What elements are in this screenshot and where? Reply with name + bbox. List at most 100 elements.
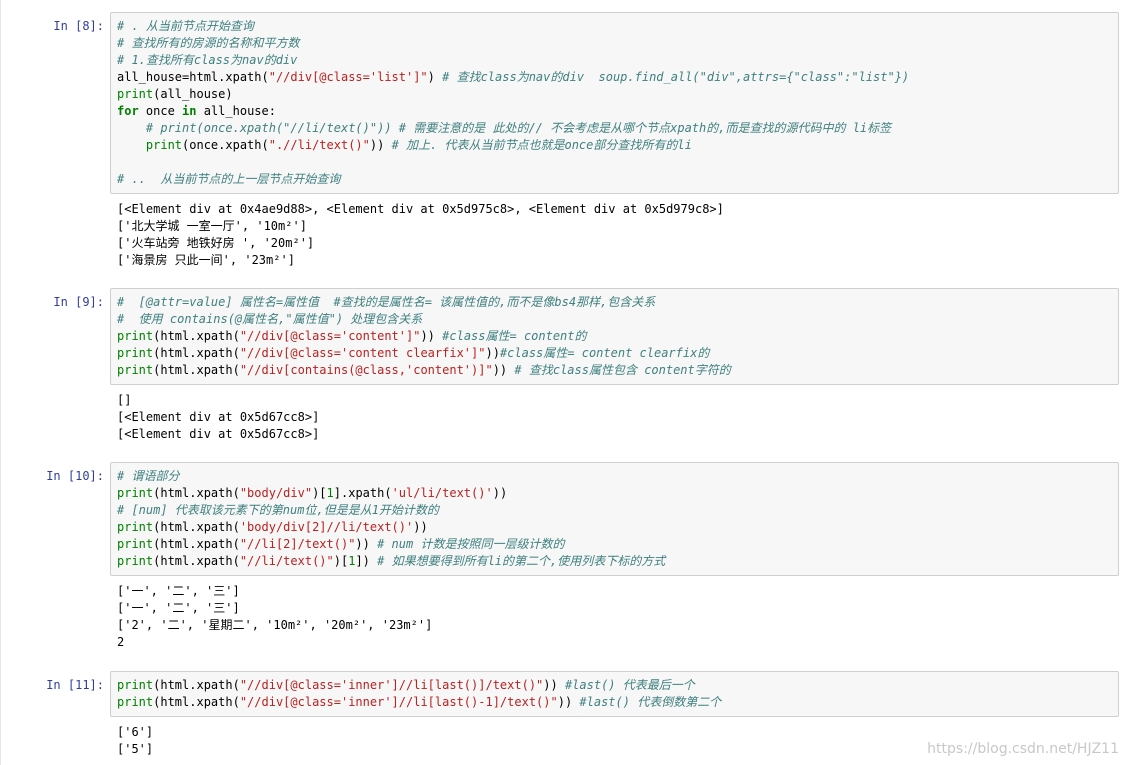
code-line: print(html.xpath("body/div")[1].xpath('u… [117, 485, 1112, 502]
code-token: (html.xpath( [153, 486, 240, 500]
code-line: # [num] 代表取该元素下的第num位,但是是从1开始计数的 [117, 502, 1112, 519]
code-line: print(html.xpath("//li[2]/text()")) # nu… [117, 536, 1112, 553]
code-line: print(html.xpath("//div[@class='inner']/… [117, 677, 1112, 694]
code-token: "body/div" [239, 486, 313, 500]
code-line: print(all_house) [117, 86, 1112, 103]
code-line: # 查找所有的房源的名称和平方数 [117, 35, 1112, 52]
code-line: # . 从当前节点开始查询 [117, 18, 1112, 35]
output-line: ['一', '二', '三'] [117, 601, 240, 615]
code-token: "//li/text()" [239, 554, 334, 568]
code-token: print [117, 346, 154, 360]
code-token: ].xpath( [333, 486, 392, 500]
cell-input-editor[interactable]: print(html.xpath("//div[@class='inner']/… [110, 671, 1119, 717]
code-line: print(html.xpath("//div[@class='content'… [117, 328, 1112, 345]
code-token: )) [485, 346, 500, 360]
code-token: )) [492, 486, 508, 500]
cell-prompt: In [9]: [53, 295, 104, 309]
code-line: for once in all_house: [117, 103, 1112, 120]
code-token: #class属性= content的 [442, 329, 587, 343]
code-token: # [@attr=value] 属性名=属性值 #查找的是属性名= 该属性值的,… [117, 295, 656, 309]
code-line: print(html.xpath("//li/text()")[1]) # 如果… [117, 553, 1112, 570]
code-token: # 查找所有的房源的名称和平方数 [117, 36, 300, 50]
code-token: (html.xpath( [153, 678, 240, 692]
code-token: (once.xpath( [182, 138, 269, 152]
cell-prompt: In [10]: [46, 469, 104, 483]
code-token: (all_house) [153, 87, 233, 101]
code-line: print(once.xpath(".//li/text()")) # 加上. … [117, 137, 1112, 154]
output-line: 2 [117, 635, 125, 649]
code-token: # [num] 代表取该元素下的第num位,但是是从1开始计数的 [117, 503, 439, 517]
code-token: # print(once.xpath("//li/text()")) # 需要注… [145, 121, 892, 135]
code-token: in [182, 104, 197, 118]
output-line: [] [117, 393, 132, 407]
code-token: "//div[@class='content']" [239, 329, 421, 343]
code-line: # 谓语部分 [117, 468, 1112, 485]
code-line: # 使用 contains(@属性名,"属性值") 处理包含关系 [117, 311, 1112, 328]
code-token: #last() 代表倒数第二个 [579, 695, 722, 709]
output-line: [<Element div at 0x5d67cc8>] [117, 427, 320, 441]
code-token: #last() 代表最后一个 [564, 678, 695, 692]
cell-prompt: In [11]: [46, 678, 104, 692]
output-line: ['火车站旁 地铁好房 ', '20m²'] [117, 236, 315, 250]
code-token: "//div[contains(@class,'content')]" [239, 363, 493, 377]
code-token: print [117, 87, 154, 101]
code-token: #class属性= content clearfix的 [499, 346, 710, 360]
code-token: # 加上. 代表从当前节点也就是once部分查找所有的li [391, 138, 692, 152]
code-token: for [117, 104, 139, 118]
output-line: ['海景房 只此一间', '23m²'] [117, 253, 295, 267]
code-token: 1 [326, 486, 334, 500]
code-line: all_house=html.xpath("//div[@class='list… [117, 69, 1112, 86]
code-token: # 使用 contains(@属性名,"属性值") 处理包含关系 [117, 312, 423, 326]
code-token: ]) [355, 554, 378, 568]
code-line: # .. 从当前节点的上一层节点开始查询 [117, 171, 1112, 188]
code-token: # 查找class为nav的div soup.find_all("div",at… [442, 70, 910, 84]
code-token: (html.xpath( [153, 363, 240, 377]
code-token: print [145, 138, 183, 152]
code-token: "//div[@class='inner']//li[last()]/text(… [239, 678, 544, 692]
code-token: # num 计数是按照同一层级计数的 [377, 537, 565, 551]
code-token: (html.xpath( [153, 520, 240, 534]
code-token: print [117, 486, 154, 500]
code-token: "//div[@class='inner']//li[last()-1]/tex… [239, 695, 558, 709]
cell-input-editor[interactable]: # . 从当前节点开始查询 # 查找所有的房源的名称和平方数 # 1.查找所有cla… [110, 12, 1119, 194]
output-line: [<Element div at 0x4ae9d88>, <Element di… [117, 202, 724, 216]
code-token: all_house=html.xpath( [117, 70, 269, 84]
code-token: (html.xpath( [153, 537, 240, 551]
code-token: (html.xpath( [153, 695, 240, 709]
code-token: "//li[2]/text()" [239, 537, 356, 551]
code-line: print(html.xpath("//div[contains(@class,… [117, 362, 1112, 379]
code-line: print(html.xpath("//div[@class='content … [117, 345, 1112, 362]
watermark: https://blog.csdn.net/HJZ11 [927, 741, 1119, 757]
code-token: print [117, 537, 154, 551]
cell-output: [<Element div at 0x4ae9d88>, <Element di… [117, 201, 1117, 269]
cell-input-editor[interactable]: # [@attr=value] 属性名=属性值 #查找的是属性名= 该属性值的,… [110, 288, 1119, 385]
code-token: print [117, 695, 154, 709]
code-token: print [117, 554, 154, 568]
output-line: ['北大学城 一室一厅', '10m²'] [117, 219, 307, 233]
cell-output: ['一', '二', '三'] ['一', '二', '三'] ['2', '二',… [117, 583, 1117, 651]
code-token: print [117, 363, 154, 377]
output-line: ['6'] [117, 725, 154, 739]
code-token: )) [355, 537, 378, 551]
cell-prompt: In [8]: [53, 19, 104, 33]
code-token: ) [427, 70, 443, 84]
code-token: 'body/div[2]//li/text()' [239, 520, 414, 534]
code-token: # 1.查找所有class为nav的div [117, 53, 298, 67]
code-token: )) [413, 520, 428, 534]
code-token: all_house: [196, 104, 276, 118]
output-line: [<Element div at 0x5d67cc8>] [117, 410, 320, 424]
code-token: (html.xpath( [153, 554, 240, 568]
code-token: 'ul/li/text()' [391, 486, 493, 500]
code-token: "//div[@class='content clearfix']" [239, 346, 486, 360]
code-line: # print(once.xpath("//li/text()")) # 需要注… [117, 120, 1112, 137]
cell-input-editor[interactable]: # 谓语部分 print(html.xpath("body/div")[1].xp… [110, 462, 1119, 576]
code-token: )) [543, 678, 565, 692]
code-token: (html.xpath( [153, 329, 240, 343]
code-token: # . 从当前节点开始查询 [117, 19, 254, 33]
code-token: )[ [333, 554, 349, 568]
code-token: )) [557, 695, 580, 709]
code-token: (html.xpath( [153, 346, 240, 360]
code-token: print [117, 329, 154, 343]
